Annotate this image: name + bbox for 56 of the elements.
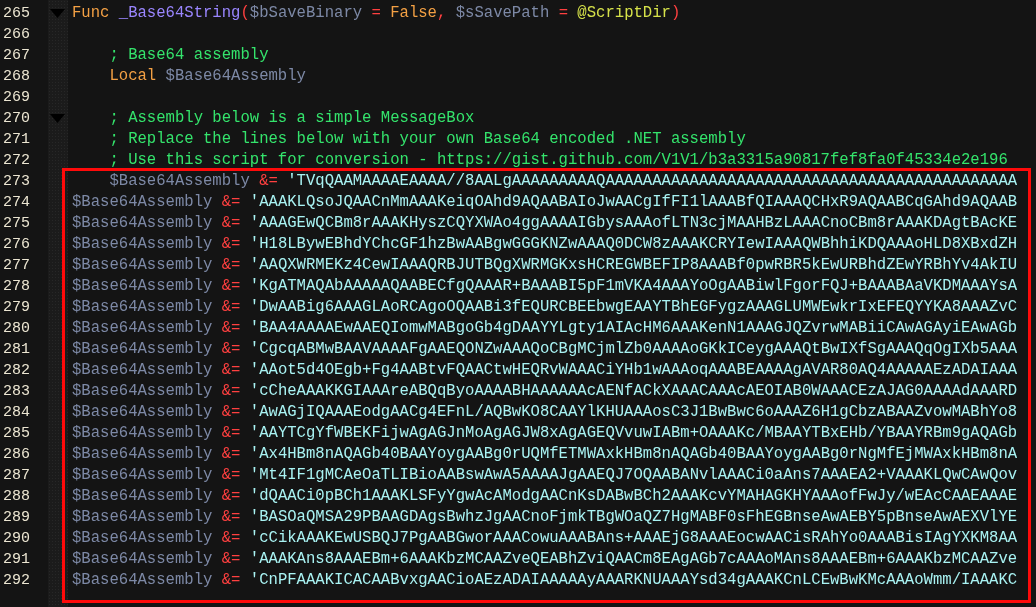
code-line: $Base64Assembly &= 'AAot5d4OEgb+Fg4AABtvFQAACtwHEQRvWAAACiYHb1wAAAoqAAABEAAAAgAVAR80AQ4AAAAAEzADAIAAA [72, 360, 1018, 381]
code-line: $Base64Assembly &= 'dQAACi0pBCh1AAAKLSFyYgwAcAModgAACnKsDABwBCh2AAAKcvYMAHAGKHYAAAofFwJy/wEAcCAAEAAAE [72, 486, 1018, 507]
line-number: 265 [3, 4, 31, 24]
code-line: $Base64Assembly &= 'BAA4AAAAEwAAEQIomwMABgoGb4gDAAYYLgty1AIAcHM6AAAKenN1AAAGJQZvrwMABiiCAwAGAyiEAwAGb [72, 318, 1018, 339]
code-line: Func _Base64String($bSaveBinary = False, $sSavePath = @ScriptDir) [72, 3, 681, 24]
line-number: 273 [3, 172, 31, 192]
line-number: 292 [3, 571, 31, 591]
line-number: 287 [3, 466, 31, 486]
code-line: $Base64Assembly &= 'AAAKAns8AAAEBm+6AAAKbzMCAAZveQEABhZviQAACm8EAgAGb7cAAAoMAns8AAAEBm+6AAAKbzMCAAZve [72, 549, 1018, 570]
code-line: Local $Base64Assembly [108, 66, 306, 87]
line-number: 269 [3, 88, 31, 108]
code-line: $Base64Assembly &= 'KgATMAQAbAAAAAQAABECfgQAAAR+BAAABI5pF1mVKA4AAAYoOgAABiwlFgorFQJ+BAAABAaVKDMAAAYsA [72, 276, 1018, 297]
line-number: 282 [3, 361, 31, 381]
line-number: 271 [3, 130, 31, 150]
line-number: 283 [3, 382, 31, 402]
code-line: $Base64Assembly &= 'Mt4IF1gMCAeOaTLIBioAABswAwA5AAAAJgAAEQJ7OQAABANvlAAACi0aAns7AAAEA2+VAAAKLQwCAwQov [72, 465, 1018, 486]
line-number: 285 [3, 424, 31, 444]
code-line: $Base64Assembly &= 'AAYTCgYfWBEKFijwAgAGJnMoAgAGJW8xAgAGEQVvuwIABm+OAAAKc/MBAAYTBxEHb/YBAAYRBm9gAQAGb [72, 423, 1018, 444]
code-line: $Base64Assembly &= 'cCikAAAKEwUSBQJ7PgAABGworAAACowuAAABAns+AAAEjG8AAAEocwAACisRAhYo0AAABisIAgYXKM8AA [72, 528, 1018, 549]
line-number: 289 [3, 508, 31, 528]
code-line: $Base64Assembly &= 'AwAGjIQAAAEodgAACg4EFnL/AQBwKO8CAAYlKHUAAAosC3J1BwBwc6oAAAZ6H1gCbzABAAZvowMABhYo8 [72, 402, 1018, 423]
code-line: $Base64Assembly &= 'CnPFAAAKICACAABvxgAACioAEzADAIAAAAAyAAARKNUAAAYsd34gAAAKCnLCEwBwKMcAAAoWmm/IAAAKC [72, 570, 1018, 591]
fold-triangle-icon[interactable] [50, 9, 65, 18]
line-number: 276 [3, 235, 31, 255]
line-number: 288 [3, 487, 31, 507]
line-number: 281 [3, 340, 31, 360]
fold-triangle-icon[interactable] [50, 114, 65, 123]
code-line: $Base64Assembly &= 'H18LBywEBhdYChcGF1hzBwAABgwGGGKNZwAAAQ0DCW8zAAAKCRYIewIAAAQWBhhiKDQAAAoHLD8XBxdZH [72, 234, 1018, 255]
line-number: 268 [3, 67, 31, 87]
code-line: $Base64Assembly &= 'Ax4HBm8nAQAGb40BAAYoygAABg0rUQMfETMWAxkHBm8nAQAGb40BAAYoygAABg0rNgMfEjMWAxkHBm8nA [72, 444, 1018, 465]
line-number: 290 [3, 529, 31, 549]
line-number: 291 [3, 550, 31, 570]
line-number: 279 [3, 298, 31, 318]
line-number: 267 [3, 46, 31, 66]
line-number: 284 [3, 403, 31, 423]
code-line: $Base64Assembly &= 'CgcqABMwBAAVAAAAFgAAEQONZwAAAQoCBgMCjmlZb0AAAAoGKkICeygAAAQtBwIXfSgAAAQqOgIXb5AAA [72, 339, 1018, 360]
code-line: $Base64Assembly &= 'BASOaQMSA29PBAAGDAgsBwhzJgAACnoFjmkTBgWOaQZ7HgMABF0sFhEGBnseAwAEBY5pBnseAwAEXVlYE [72, 507, 1018, 528]
line-number: 277 [3, 256, 31, 276]
code-line: $Base64Assembly &= 'AAAGEwQCBm8rAAAKHyszCQYXWAo4ggAAAAIGbysAAAofLTN3cjMAAHBzLAAACnoCBm8rAAAKDAgtBAcKE [72, 213, 1018, 234]
code-line: $Base64Assembly &= 'AAAKLQsoJQAACnMmAAAKeiqOAhd9AQAABAIoJwAACgIfFI1lAAABfQIAAAQCHxR9AQAABCqGAhd9AQAAB [72, 192, 1018, 213]
code-line: $Base64Assembly &= 'AAQXWRMEKz4CewIAAAQRBJUTBQgXWRMGKxsHCREGWBEFIP8AAABf0pwRBR5kEwURBhdZEwYRBhYv4AkIU [72, 255, 1018, 276]
line-number: 272 [3, 151, 31, 171]
code-line: ; Base64 assembly [108, 45, 269, 66]
code-line: ; Assembly below is a simple MessageBox [108, 108, 475, 129]
line-number: 274 [3, 193, 31, 213]
code-line: $Base64Assembly &= 'TVqQAAMAAAAEAAAA//8AALgAAAAAAAAAQAAAAAAAAAAAAAAAAAAAAAAAAAAAAAAAAAAAAAAAAAAAA [108, 171, 1018, 192]
line-number: 280 [3, 319, 31, 339]
line-number: 270 [3, 109, 31, 129]
line-number: 266 [3, 25, 31, 45]
line-number: 275 [3, 214, 31, 234]
line-number: 286 [3, 445, 31, 465]
line-number: 278 [3, 277, 31, 297]
code-line: ; Replace the lines below with your own Base64 encoded .NET assembly [108, 129, 746, 150]
code-line: ; Use this script for conversion - https://gist.github.com/V1V1/b3a3315a90817fef8fa0f45334e2e196 [108, 150, 1008, 171]
code-line: $Base64Assembly &= 'cCheAAAKKGIAAAreABQqByoAAAABHAAAAAAcAENfACkXAAACAAAcAEOIAB0WAAACEzAJAG0AAAAdAAARD [72, 381, 1018, 402]
code-line: $Base64Assembly &= 'DwAABig6AAAGLAoRCAgoOQAABi3fEQURCBEEbwgEAAYTBhEGFygzAAAGLUMWEwkrIxEFEQYYKA8AAAZvC [72, 297, 1018, 318]
